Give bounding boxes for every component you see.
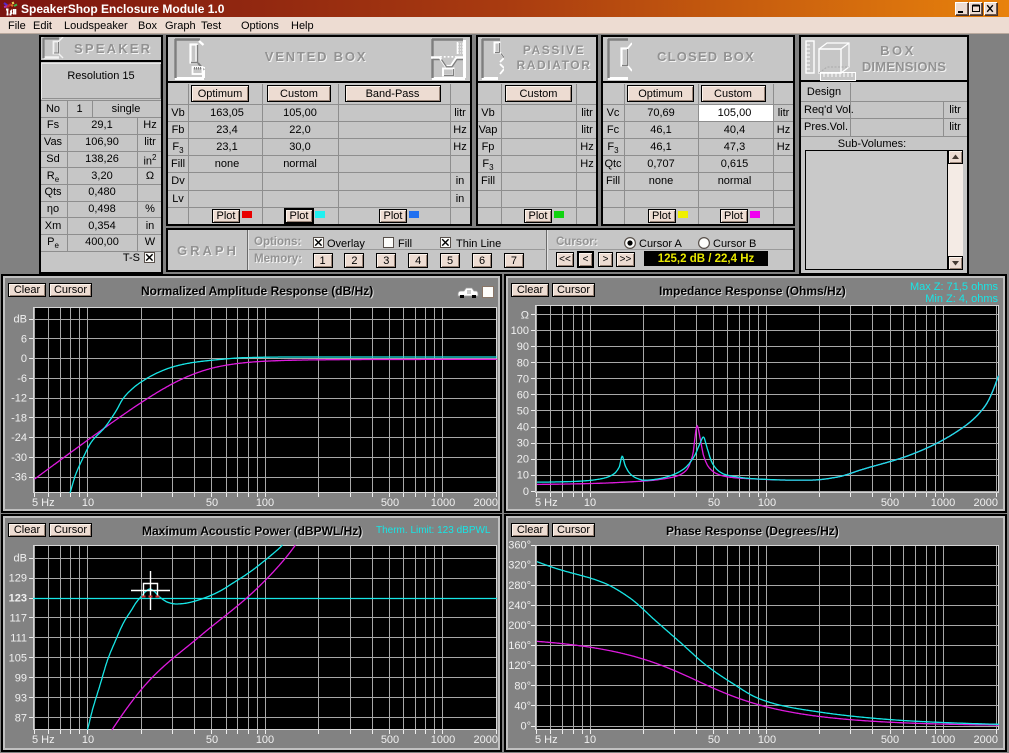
svg-text:10: 10 — [584, 734, 596, 746]
svg-text:80: 80 — [517, 357, 529, 369]
svg-text:0°: 0° — [520, 721, 531, 733]
svg-text:160°: 160° — [508, 640, 531, 652]
svg-text:50: 50 — [517, 406, 529, 418]
svg-text:200°: 200° — [508, 620, 531, 632]
svg-text:dB: dB — [14, 553, 27, 565]
svg-text:40°: 40° — [514, 700, 531, 712]
svg-text:500: 500 — [381, 734, 399, 746]
svg-text:5 Hz: 5 Hz — [32, 497, 55, 509]
svg-text:100: 100 — [511, 325, 529, 337]
svg-text:30: 30 — [517, 438, 529, 450]
svg-text:50: 50 — [206, 497, 218, 509]
svg-text:500: 500 — [881, 497, 899, 509]
svg-text:50: 50 — [708, 734, 720, 746]
svg-text:10: 10 — [82, 497, 94, 509]
svg-text:320°: 320° — [508, 560, 531, 572]
svg-text:2000: 2000 — [974, 734, 998, 746]
svg-text:360°: 360° — [508, 540, 531, 552]
svg-text:5 Hz: 5 Hz — [535, 734, 558, 746]
svg-text:500: 500 — [881, 734, 899, 746]
svg-text:93: 93 — [15, 693, 27, 705]
svg-text:10: 10 — [517, 470, 529, 482]
svg-text:5 Hz: 5 Hz — [535, 497, 558, 509]
svg-text:1000: 1000 — [931, 497, 955, 509]
svg-text:5 Hz: 5 Hz — [32, 734, 55, 746]
svg-text:2000: 2000 — [474, 497, 498, 509]
svg-text:280°: 280° — [508, 580, 531, 592]
svg-text:0: 0 — [523, 486, 529, 498]
svg-text:-36: -36 — [11, 472, 27, 484]
svg-text:10: 10 — [584, 497, 596, 509]
svg-text:120°: 120° — [508, 660, 531, 672]
svg-text:80°: 80° — [514, 680, 531, 692]
svg-text:99: 99 — [15, 673, 27, 685]
svg-text:100: 100 — [758, 734, 776, 746]
svg-text:60: 60 — [517, 389, 529, 401]
svg-text:70: 70 — [517, 373, 529, 385]
svg-text:40: 40 — [517, 422, 529, 434]
svg-text:50: 50 — [206, 734, 218, 746]
svg-text:-18: -18 — [11, 412, 27, 424]
svg-text:100: 100 — [256, 497, 274, 509]
svg-text:2000: 2000 — [974, 497, 998, 509]
svg-text:-6: -6 — [17, 373, 27, 385]
svg-text:500: 500 — [381, 497, 399, 509]
svg-text:-30: -30 — [11, 452, 27, 464]
svg-text:6: 6 — [21, 333, 27, 345]
svg-text:100: 100 — [256, 734, 274, 746]
svg-text:240°: 240° — [508, 600, 531, 612]
svg-text:10: 10 — [82, 734, 94, 746]
svg-text:-12: -12 — [11, 393, 27, 405]
svg-text:105: 105 — [9, 653, 27, 665]
svg-text:2000: 2000 — [474, 734, 498, 746]
svg-text:50: 50 — [708, 497, 720, 509]
svg-text:1000: 1000 — [431, 497, 455, 509]
svg-text:100: 100 — [758, 497, 776, 509]
svg-text:117: 117 — [9, 613, 27, 625]
svg-text:dB: dB — [14, 314, 27, 326]
svg-text:123: 123 — [9, 593, 27, 605]
svg-text:90: 90 — [517, 341, 529, 353]
svg-text:20: 20 — [517, 454, 529, 466]
svg-text:111: 111 — [10, 633, 27, 645]
svg-text:129: 129 — [9, 573, 27, 585]
svg-text:-24: -24 — [11, 432, 27, 444]
svg-text:1000: 1000 — [931, 734, 955, 746]
svg-text:0: 0 — [21, 353, 27, 365]
svg-text:1000: 1000 — [431, 734, 455, 746]
svg-text:87: 87 — [15, 713, 27, 725]
svg-text:Ω: Ω — [521, 310, 529, 322]
